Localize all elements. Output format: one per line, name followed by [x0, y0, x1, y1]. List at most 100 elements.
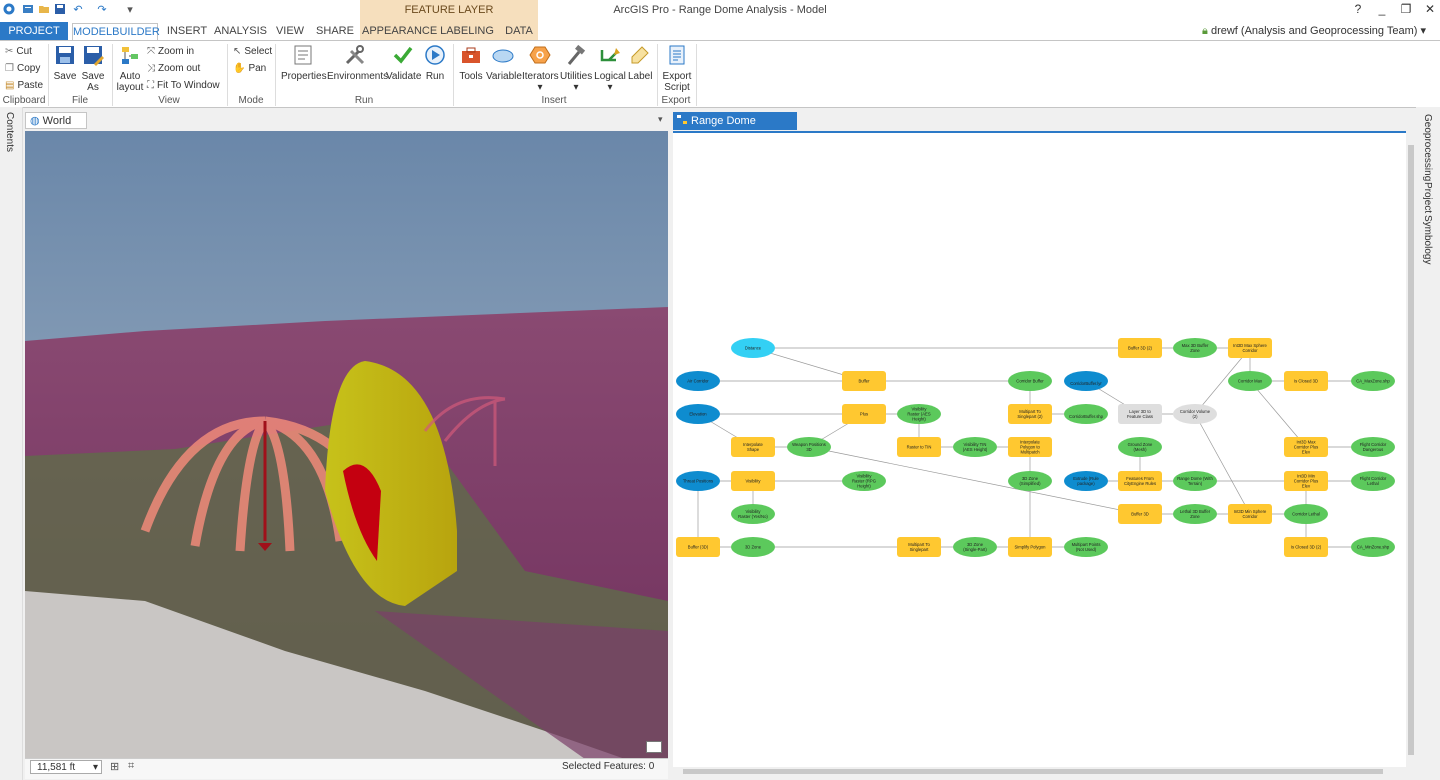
- model-node[interactable]: Plus: [842, 404, 886, 424]
- model-node[interactable]: VisibilityRaster (RPGHeight): [842, 471, 886, 491]
- fit-to-window-button[interactable]: ⛶ Fit To Window: [147, 78, 220, 93]
- model-view-tab[interactable]: Range Dome Corridor ✕: [673, 112, 797, 145]
- model-node[interactable]: Multipart ToSinglepart (2): [1008, 404, 1052, 424]
- model-node[interactable]: Int3D Min SphereCorridor: [1228, 504, 1272, 524]
- tab-project[interactable]: PROJECT: [0, 22, 68, 40]
- model-node[interactable]: 3D Zone: [731, 537, 775, 557]
- tab-analysis[interactable]: ANALYSIS: [214, 23, 267, 40]
- model-node[interactable]: Flight CorridorLethal: [1351, 471, 1395, 491]
- model-node[interactable]: Int3D MaxCorridor PlusElev: [1284, 437, 1328, 457]
- auto-layout-button[interactable]: Auto layout: [116, 44, 144, 93]
- label-button[interactable]: Label: [628, 44, 652, 82]
- tab-insert[interactable]: INSERT: [162, 23, 212, 40]
- model-node[interactable]: CorridorBuffer.lyr: [1064, 371, 1108, 391]
- tab-modelbuilder[interactable]: MODELBUILDER: [72, 23, 160, 41]
- variable-button[interactable]: Variable: [486, 44, 522, 82]
- model-node[interactable]: Range Dome (WithTerrain): [1173, 471, 1217, 491]
- model-node[interactable]: Int3D Max SphereCorridor: [1228, 338, 1272, 358]
- iterators-button[interactable]: Iterators ▾: [522, 44, 559, 93]
- model-node[interactable]: CA_MinZone.shp: [1351, 537, 1395, 557]
- model-node[interactable]: Lethal 3D BufferZone: [1173, 504, 1217, 524]
- model-node[interactable]: CorridorBuffer.shp: [1064, 404, 1108, 424]
- user-account[interactable]: 🔒︎ drewf (Analysis and Geoprocessing Tea…: [1202, 24, 1426, 38]
- model-node[interactable]: Is Closed 3D: [1284, 371, 1328, 391]
- horizontal-scrollbar[interactable]: [673, 767, 1406, 776]
- model-node[interactable]: Corridor Lethal: [1284, 504, 1328, 524]
- model-node[interactable]: Threat Positions: [676, 471, 720, 491]
- model-node[interactable]: Multipart Points(Not Used): [1064, 537, 1108, 557]
- utilities-button[interactable]: Utilities ▾: [560, 44, 592, 93]
- contents-pane-tab[interactable]: Contents: [4, 112, 15, 152]
- model-diagram-canvas[interactable]: Distance Air Corridor Elevation Threat Posi…: [673, 131, 1406, 769]
- copy-button[interactable]: ❐ Copy: [5, 61, 40, 76]
- model-node[interactable]: Features FromCityEngine Rules: [1118, 471, 1162, 491]
- model-node[interactable]: 3D Zone(Single-Part): [953, 537, 997, 557]
- select-mode-button[interactable]: ↖ Select: [233, 44, 272, 59]
- logical-button[interactable]: Logical ▾: [594, 44, 626, 93]
- minimize-button[interactable]: _: [1372, 2, 1392, 18]
- tab-data[interactable]: DATA: [500, 23, 538, 40]
- help-button[interactable]: ?: [1348, 2, 1368, 18]
- notification-icon[interactable]: [646, 741, 662, 753]
- model-node[interactable]: Extrude (Rulepackage): [1064, 471, 1108, 491]
- model-node[interactable]: Corridor Max: [1228, 371, 1272, 391]
- horizontal-scroll-thumb[interactable]: [683, 769, 1383, 774]
- model-node[interactable]: Corridor Volume(2): [1173, 404, 1217, 424]
- model-node[interactable]: Flight CorridorDangerous: [1351, 437, 1395, 457]
- model-node[interactable]: Simplify Polygon: [1008, 537, 1052, 557]
- model-node[interactable]: InterpolateShape: [731, 437, 775, 457]
- model-node[interactable]: Buffer 3D: [1118, 504, 1162, 524]
- paste-button[interactable]: ▤ Paste: [5, 78, 43, 93]
- model-node[interactable]: Buffer (3D): [676, 537, 720, 557]
- tab-share[interactable]: SHARE: [314, 23, 356, 40]
- model-node[interactable]: Multipart ToSinglepart: [897, 537, 941, 557]
- restore-button[interactable]: ❐: [1396, 2, 1416, 18]
- project-pane-tab[interactable]: Project: [1422, 182, 1433, 213]
- save-as-button[interactable]: Save As: [80, 44, 106, 93]
- map-view-tab[interactable]: ◍ World ✕: [25, 112, 87, 144]
- cut-button[interactable]: ✂ Cut: [5, 44, 32, 59]
- run-button[interactable]: Run: [423, 44, 447, 82]
- zoom-out-button[interactable]: ⤨ Zoom out: [147, 61, 200, 76]
- geoprocessing-pane-tab[interactable]: Geoprocessing: [1422, 114, 1433, 181]
- model-node[interactable]: InterpolatePolygon toMultipatch: [1008, 437, 1052, 457]
- navigator-icon[interactable]: ⊞: [110, 760, 119, 773]
- pan-mode-button[interactable]: ✋ Pan: [233, 61, 266, 76]
- model-node[interactable]: Layer 3D toFeature Class: [1118, 404, 1162, 424]
- save-model-button[interactable]: Save: [52, 44, 78, 82]
- model-node[interactable]: 3D Zone(Simplified): [1008, 471, 1052, 491]
- zoom-in-button[interactable]: ⤧ Zoom in: [147, 44, 194, 59]
- tab-view[interactable]: VIEW: [272, 23, 308, 40]
- environments-button[interactable]: Environments: [327, 44, 388, 82]
- model-node[interactable]: Buffer 3D (2): [1118, 338, 1162, 358]
- model-node[interactable]: Visibility: [731, 471, 775, 491]
- symbology-pane-tab[interactable]: Symbology: [1422, 215, 1433, 264]
- properties-button[interactable]: Properties: [281, 44, 327, 82]
- vertical-scrollbar[interactable]: [1406, 131, 1416, 767]
- model-node[interactable]: Visibility TIN(AES Height): [953, 437, 997, 457]
- model-node[interactable]: VisibilityRaster (AESHeight): [897, 404, 941, 424]
- export-script-button[interactable]: Export Script: [662, 44, 692, 93]
- map-tab-menu-icon[interactable]: ▾: [658, 114, 663, 125]
- tab-labeling[interactable]: LABELING: [440, 23, 494, 40]
- tab-appearance[interactable]: APPEARANCE: [362, 23, 437, 40]
- model-node[interactable]: Ground Zone(Mesh): [1118, 437, 1162, 457]
- close-button[interactable]: ✕: [1420, 2, 1440, 18]
- snapping-icon[interactable]: ⌗: [128, 760, 134, 773]
- model-node[interactable]: Weapon Positions3D: [787, 437, 831, 457]
- model-node[interactable]: Raster to TIN: [897, 437, 941, 457]
- 3d-scene-view[interactable]: [25, 131, 668, 759]
- model-node[interactable]: Elevation: [676, 404, 720, 424]
- vertical-scroll-thumb[interactable]: [1408, 145, 1414, 755]
- model-node[interactable]: Air Corridor: [676, 371, 720, 391]
- model-node[interactable]: VisibilityRaster (Yes/No): [731, 504, 775, 524]
- scale-selector[interactable]: 11,581 ft ▾: [30, 760, 102, 774]
- model-node[interactable]: Buffer: [842, 371, 886, 391]
- model-node[interactable]: Corridor Buffer: [1008, 371, 1052, 391]
- model-node[interactable]: Is Closed 3D (2): [1284, 537, 1328, 557]
- model-node[interactable]: Int3D MinCorridor PlusElev: [1284, 471, 1328, 491]
- tools-button[interactable]: Tools: [458, 44, 484, 82]
- model-node[interactable]: Distance: [731, 338, 775, 358]
- model-node[interactable]: CA_MaxZone.shp: [1351, 371, 1395, 391]
- model-node[interactable]: Max 3D BufferZone: [1173, 338, 1217, 358]
